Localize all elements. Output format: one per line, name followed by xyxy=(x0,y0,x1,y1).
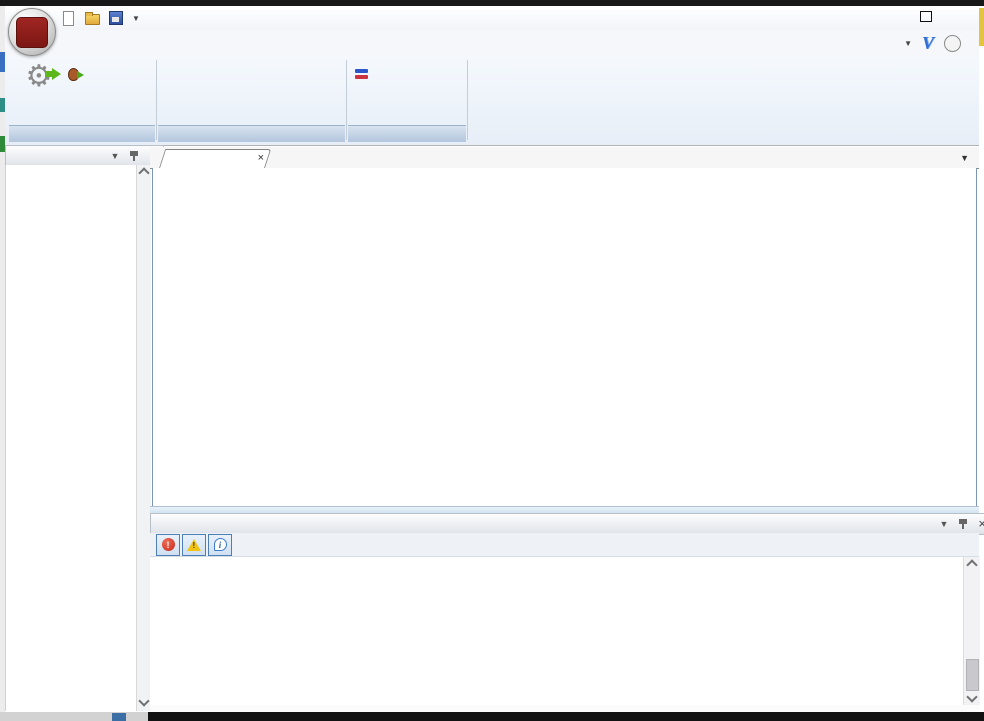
ribbon-group-caption-settings xyxy=(348,125,466,142)
messages-pin-icon[interactable] xyxy=(958,518,968,530)
workflow-settings-button[interactable] xyxy=(354,64,374,84)
workflow-settings-icon xyxy=(354,66,370,82)
title-bar xyxy=(5,6,979,30)
quick-access-toolbar: ▼ xyxy=(60,9,140,27)
save-icon[interactable] xyxy=(108,10,124,26)
filter-warning-button[interactable] xyxy=(182,534,206,556)
debug-run-button[interactable] xyxy=(67,64,87,84)
ribbon-group-run: ⚙ xyxy=(9,58,155,143)
window-controls xyxy=(882,7,970,25)
app-menu-button[interactable] xyxy=(8,8,56,56)
brand-v-icon: V xyxy=(922,33,934,54)
menu-bar: ▼ V xyxy=(5,30,979,56)
debug-bug-icon xyxy=(67,66,83,82)
filter-info-button[interactable]: i xyxy=(208,534,232,556)
warning-icon xyxy=(187,539,201,551)
background-fragment-blue xyxy=(112,713,126,721)
tasklist-pin-icon[interactable] xyxy=(129,150,139,162)
messages-header: ▼ × xyxy=(150,513,984,535)
document-tab-bar: × ▼ xyxy=(150,147,979,169)
open-folder-icon[interactable] xyxy=(84,10,100,26)
ribbon-group-caption-task xyxy=(158,125,345,142)
messages-toolbar: ! i xyxy=(150,533,979,557)
run-button[interactable]: ⚙ xyxy=(15,60,63,122)
background-window-strip-bottom xyxy=(148,712,984,721)
app-logo xyxy=(16,17,48,48)
toolbar-options-caret-icon[interactable]: ▼ xyxy=(132,14,140,23)
style-caret-icon[interactable]: ▼ xyxy=(904,39,912,48)
ribbon: ⚙ xyxy=(5,56,979,146)
messages-bottom-spacer xyxy=(150,705,979,712)
messages-log xyxy=(150,557,963,705)
tasklist-scrollbar[interactable] xyxy=(136,165,151,711)
workflow-canvas[interactable] xyxy=(152,168,977,507)
run-gear-icon: ⚙ xyxy=(15,60,63,94)
ribbon-group-settings xyxy=(348,58,466,143)
error-icon: ! xyxy=(162,538,175,551)
document-tab[interactable]: × xyxy=(162,149,266,168)
messages-menu-caret-icon[interactable]: ▼ xyxy=(939,519,948,529)
tasklist-body xyxy=(5,165,137,711)
info-icon[interactable] xyxy=(944,35,961,52)
tasklist-menu-caret-icon[interactable]: ▼ xyxy=(110,151,119,161)
filter-error-button[interactable]: ! xyxy=(156,534,180,556)
new-document-icon[interactable] xyxy=(60,10,76,26)
menu-bar-right: ▼ V xyxy=(894,33,961,54)
maximize-button[interactable] xyxy=(920,11,932,22)
background-fragment-right xyxy=(979,8,984,46)
application-window: ▼ ▼ V ⚙ xyxy=(0,0,984,721)
messages-scrollbar[interactable] xyxy=(963,557,980,705)
messages-close-icon[interactable]: × xyxy=(978,518,984,530)
tab-list-caret-icon[interactable]: ▼ xyxy=(960,153,969,163)
ribbon-group-task xyxy=(158,58,345,143)
info-bubble-icon: i xyxy=(214,538,227,551)
ribbon-group-caption-run xyxy=(9,125,155,142)
document-tab-close-icon[interactable]: × xyxy=(258,152,264,164)
tasklist-header: ▼ × xyxy=(5,145,164,167)
